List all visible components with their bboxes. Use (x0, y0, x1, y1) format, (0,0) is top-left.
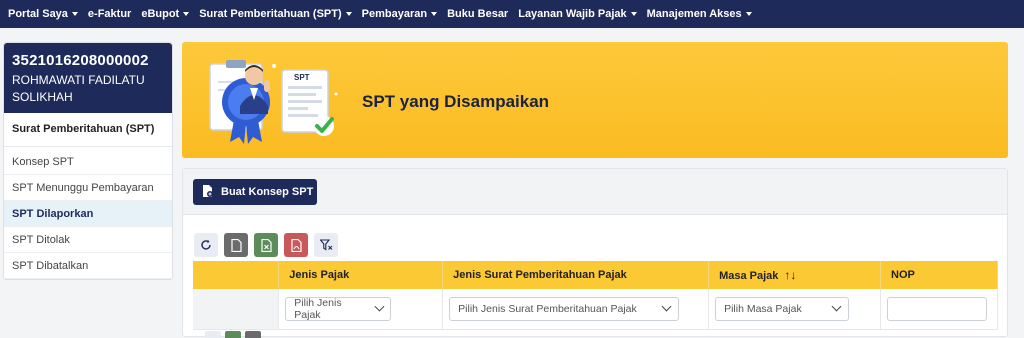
nav-buku-besar[interactable]: Buku Besar (447, 8, 508, 20)
nav-layanan-wajib-pajak[interactable]: Layanan Wajib Pajak (518, 8, 637, 20)
caret-down-icon (345, 12, 352, 16)
nav-label: e-Faktur (87, 8, 132, 20)
document-label: SPT (294, 73, 310, 82)
nav-efaktur[interactable]: e-Faktur (88, 8, 131, 20)
nav-portal-saya[interactable]: Portal Saya (8, 8, 78, 20)
filter-cell-nop (880, 289, 998, 330)
create-draft-spt-button[interactable]: Buat Konsep SPT (193, 179, 317, 205)
nav-spt[interactable]: Surat Pemberitahuan (SPT) (199, 8, 352, 20)
sort-icon[interactable]: ↑↓ (784, 268, 796, 282)
filter-row: Pilih Jenis Pajak Pilih Jenis Surat Pemb… (193, 289, 998, 330)
refresh-icon (201, 239, 211, 250)
user-npwp: 3521016208000002 (12, 52, 149, 69)
caret-down-icon (745, 12, 752, 16)
column-header-masa-pajak-label: Masa Pajak (719, 270, 779, 282)
column-header-jenis-pajak[interactable]: Jenis Pajak (278, 261, 444, 289)
export-file-button[interactable] (224, 233, 248, 257)
chevron-down-icon (831, 301, 842, 312)
nav-label: Surat Pemberitahuan (SPT) (199, 8, 342, 20)
filter-cell-empty (193, 289, 280, 330)
nav-label: Layanan Wajib Pajak (518, 8, 627, 20)
nav-label: Pembayaran (361, 8, 428, 20)
top-navbar: Portal Saya e-Faktur eBupot Surat Pember… (0, 0, 1024, 28)
column-header-select (193, 261, 280, 289)
masa-pajak-select[interactable]: Pilih Masa Pajak (715, 296, 850, 321)
nav-ebupot[interactable]: eBupot (141, 8, 190, 20)
sidebar-item-spt-menunggu-pembayaran[interactable]: SPT Menunggu Pembayaran (4, 175, 172, 201)
document-add-icon (202, 184, 213, 200)
nav-label: Portal Saya (8, 8, 68, 20)
create-draft-spt-label: Buat Konsep SPT (221, 186, 314, 198)
jenis-spt-placeholder: Pilih Jenis Surat Pemberitahuan Pajak (458, 302, 637, 315)
sidebar-item-spt-dilaporkan[interactable]: SPT Dilaporkan (4, 201, 172, 227)
sidebar-item-spt-ditolak[interactable]: SPT Ditolak (4, 227, 172, 253)
nav-label: eBupot (141, 8, 180, 20)
spt-list-panel: Buat Konsep SPT Jenis Pajak Jenis Surat … (182, 168, 1008, 338)
filter-cell-masa-pajak: Pilih Masa Pajak (708, 289, 881, 330)
caret-down-icon (183, 12, 190, 16)
table-header-row: Jenis Pajak Jenis Surat Pemberitahuan Pa… (193, 261, 998, 289)
masa-pajak-placeholder: Pilih Masa Pajak (724, 302, 802, 315)
chevron-down-icon (374, 301, 384, 312)
nav-label: Buku Besar (447, 8, 509, 20)
export-pdf-button[interactable] (284, 233, 308, 257)
excel-icon (260, 238, 272, 252)
caret-down-icon (71, 12, 78, 16)
refresh-button[interactable] (194, 233, 218, 257)
sidebar-heading: Surat Pemberitahuan (SPT) (4, 113, 172, 147)
nop-filter-input[interactable] (887, 296, 987, 321)
nav-label: Manajemen Akses (646, 8, 742, 20)
column-header-masa-pajak[interactable]: Masa Pajak ↑↓ (708, 261, 881, 289)
column-header-jenis-spt[interactable]: Jenis Surat Pemberitahuan Pajak (442, 261, 710, 289)
pdf-icon (290, 238, 302, 252)
spt-table: Jenis Pajak Jenis Surat Pemberitahuan Pa… (193, 261, 998, 330)
filter-clear-icon (319, 239, 332, 251)
filter-cell-jenis-spt: Pilih Jenis Surat Pemberitahuan Pajak (442, 289, 710, 330)
caret-down-icon (431, 12, 438, 16)
user-card: 3521016208000002 ROHMAWATI FADILATU SOLI… (4, 43, 172, 113)
page-title: SPT yang Disampaikan (362, 92, 550, 111)
user-name: ROHMAWATI FADILATU SOLIKHAH (12, 73, 145, 104)
sidebar-item-konsep-spt[interactable]: Konsep SPT (4, 149, 172, 175)
chevron-down-icon (661, 301, 672, 312)
page-banner: SPT SPT yang Disampaikan (182, 42, 1008, 158)
jenis-pajak-placeholder: Pilih Jenis Pajak (294, 296, 342, 321)
file-icon (230, 238, 242, 252)
export-excel-button[interactable] (254, 233, 278, 257)
tax-report-illustration: SPT (209, 60, 338, 144)
column-header-nop[interactable]: NOP (880, 261, 998, 289)
table-toolbar (194, 233, 338, 257)
nav-pembayaran[interactable]: Pembayaran (361, 8, 438, 20)
jenis-pajak-select[interactable]: Pilih Jenis Pajak (285, 296, 392, 321)
filter-cell-jenis-pajak: Pilih Jenis Pajak (278, 289, 444, 330)
caret-down-icon (630, 12, 637, 16)
jenis-spt-select[interactable]: Pilih Jenis Surat Pemberitahuan Pajak (449, 296, 680, 321)
clear-filter-button[interactable] (314, 233, 338, 257)
sidebar: 3521016208000002 ROHMAWATI FADILATU SOLI… (3, 42, 173, 280)
sidebar-item-spt-dibatalkan[interactable]: SPT Dibatalkan (4, 253, 172, 279)
nav-manajemen-akses[interactable]: Manajemen Akses (647, 8, 752, 20)
